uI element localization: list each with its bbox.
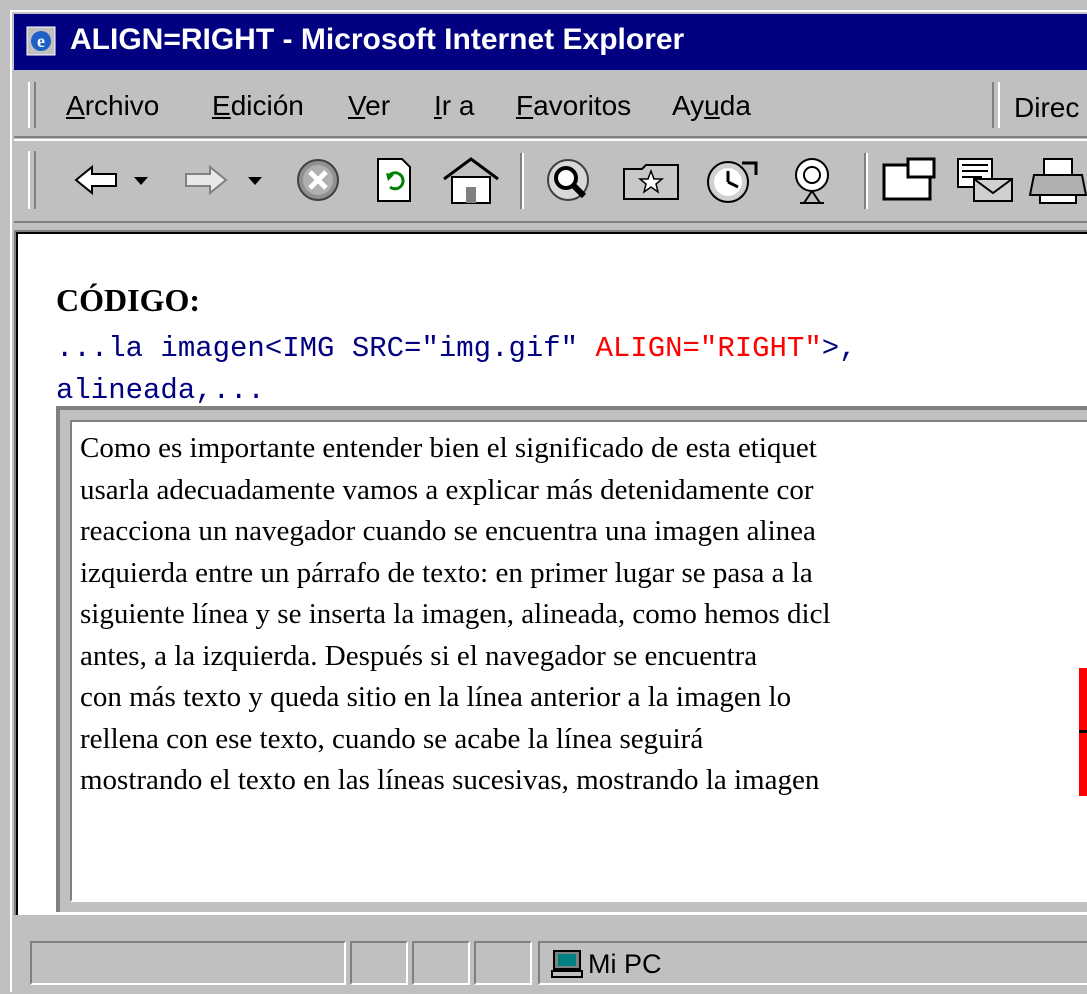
status-bar: Mi PC [12,927,1087,994]
toolbar-separator [520,153,524,209]
menu-ver[interactable]: Ver [348,90,390,122]
zone-label: Mi PC [588,949,662,979]
status-zone-pane: Mi PC [538,941,1087,985]
menu-ayuda[interactable]: Ayuda [672,90,751,122]
fullscreen-icon[interactable] [878,155,940,205]
menu-edicion[interactable]: Edición [212,90,304,122]
search-icon[interactable] [536,155,602,205]
code-heading: CÓDIGO: [56,282,200,318]
align-attribute: ALIGN="RIGHT" [595,332,822,365]
history-icon[interactable] [698,155,764,205]
mail-icon[interactable] [952,155,1018,205]
menubar-grip[interactable] [28,82,36,128]
menu-favoritos[interactable]: Favoritos [516,90,631,122]
window-title: ALIGN=RIGHT - Microsoft Internet Explore… [70,23,685,56]
menu-bar: Archivo Edición Ver Ir a Favoritos Ayuda… [14,76,1087,138]
status-pane [474,941,532,985]
channels-icon[interactable] [782,155,848,205]
internet-explorer-icon: e [26,26,56,56]
page-viewport[interactable]: CÓDIGO: ...la imagen<IMG SRC="img.gif" A… [14,230,1087,915]
example-paragraph: Como es importante entender bien el sign… [80,432,831,796]
toolbar [14,139,1087,223]
image-line [1079,730,1087,733]
address-label[interactable]: Direc [1014,92,1079,124]
favorites-icon[interactable] [618,155,684,205]
status-pane [412,941,470,985]
browser-window: e ALIGN=RIGHT - Microsoft Internet Explo… [10,10,1087,992]
title-bar[interactable]: e ALIGN=RIGHT - Microsoft Internet Explo… [14,14,1087,70]
print-icon[interactable] [1028,155,1087,205]
menubar-separator [992,82,1000,128]
right-aligned-image [1079,668,1087,796]
status-pane [350,941,408,985]
example-box: Como es importante entender bien el sign… [70,420,1087,902]
example-frame: Como es importante entender bien el sign… [56,406,1087,912]
stop-icon[interactable] [290,155,346,205]
home-icon[interactable] [438,155,504,205]
toolbar-separator [864,153,868,209]
svg-text:e: e [37,31,45,51]
my-computer-icon [551,950,583,978]
status-text-pane [30,941,346,985]
menu-ir-a[interactable]: Ir a [434,90,474,122]
refresh-icon[interactable] [366,155,422,205]
forward-arrow-icon[interactable] [176,155,276,205]
back-arrow-icon[interactable] [70,155,162,205]
code-snippet: ...la imagen<IMG SRC="img.gif" ALIGN="RI… [56,332,857,407]
menu-archivo[interactable]: Archivo [66,90,159,122]
toolbar-grip[interactable] [28,151,36,209]
